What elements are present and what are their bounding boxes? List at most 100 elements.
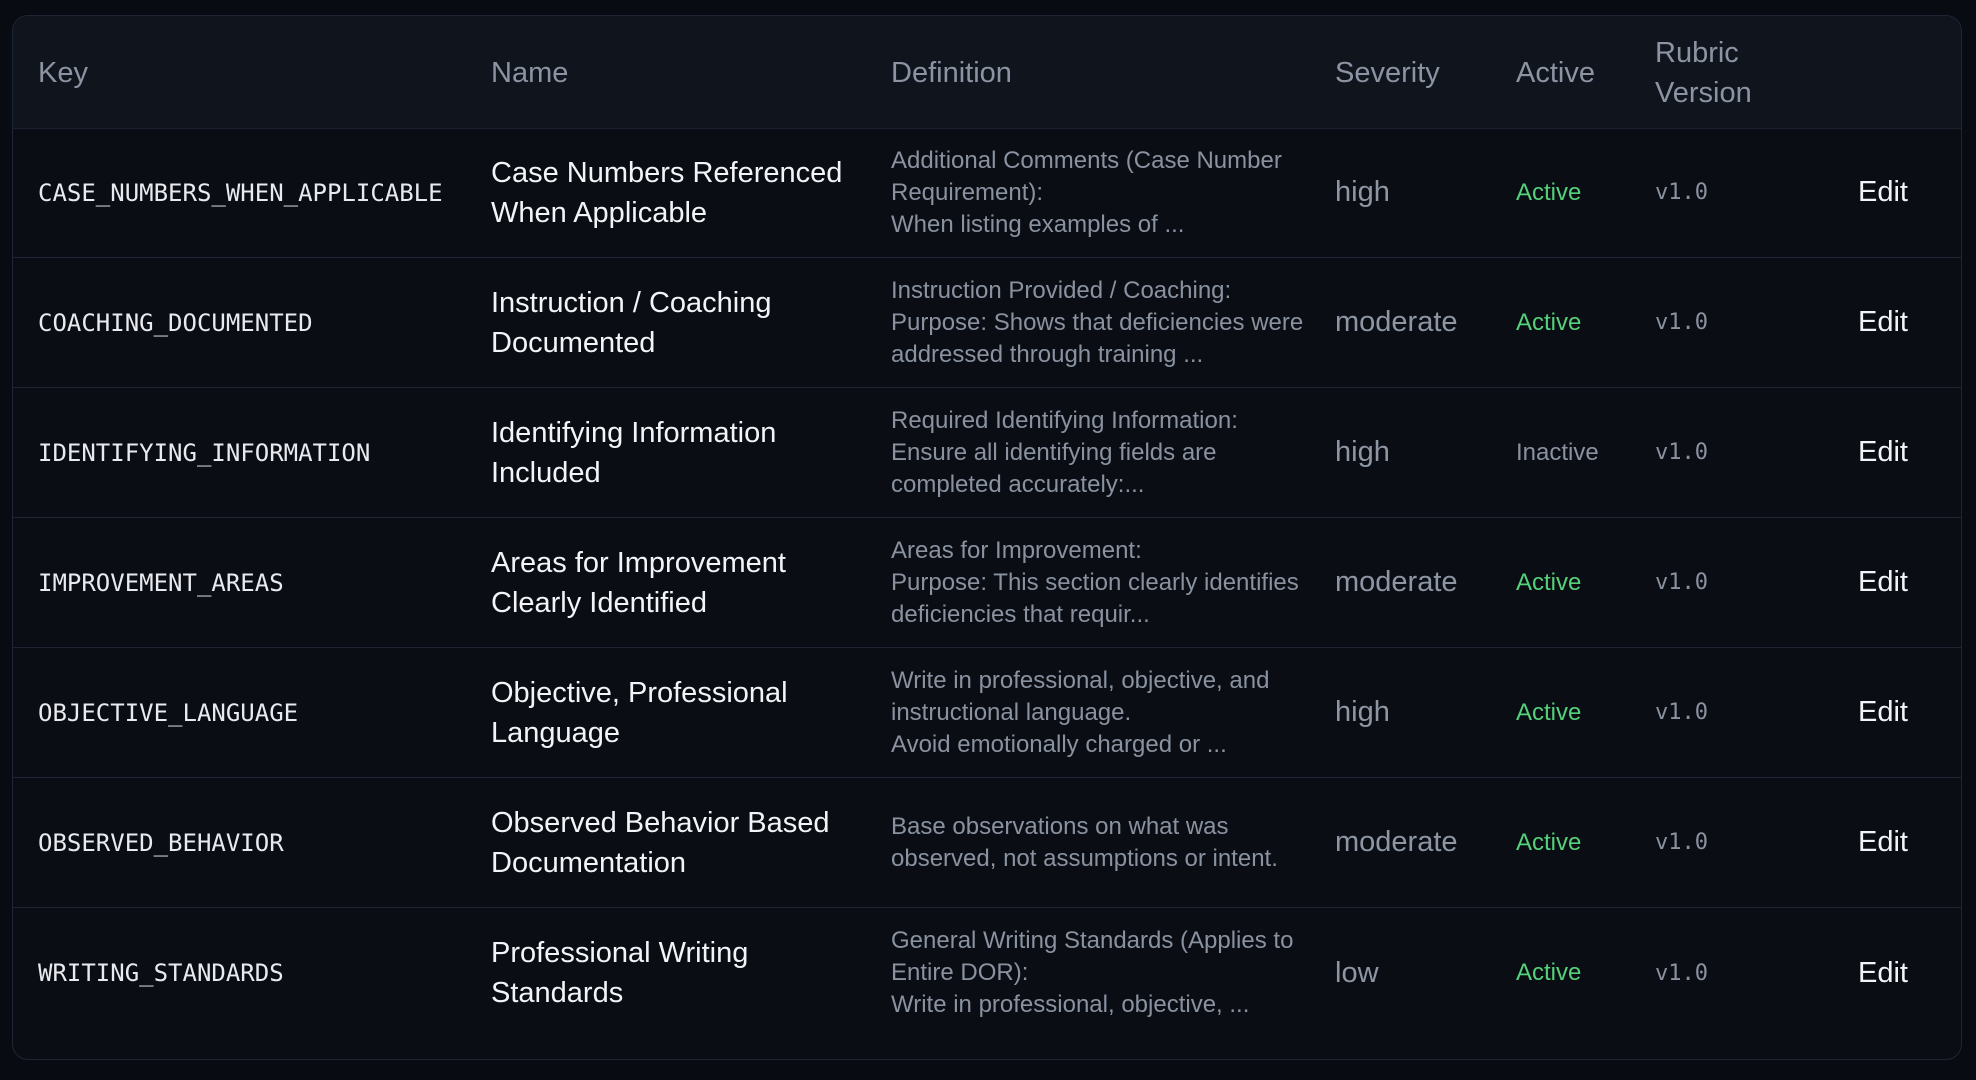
criterion-severity: moderate (1335, 518, 1505, 647)
criterion-key: CASE_NUMBERS_WHEN_APPLICABLE (38, 128, 468, 257)
rubric-version-text: v1.0 (1655, 310, 1708, 335)
criterion-key: IDENTIFYING_INFORMATION (38, 388, 468, 517)
table-row: WRITING_STANDARDS Professional Writing St… (13, 908, 1961, 1038)
table-row: OBSERVED_BEHAVIOR Observed Behavior Based… (13, 778, 1961, 908)
status-text: Active (1516, 178, 1582, 206)
edit-button-label: Edit (1858, 696, 1908, 728)
rubric-version-text: v1.0 (1655, 960, 1708, 986)
header-key[interactable]: Key (38, 53, 88, 93)
rubric-version-text: v1.0 (1655, 570, 1708, 595)
status-badge: Inactive (1516, 388, 1646, 517)
severity-text: moderate (1335, 826, 1458, 858)
edit-button[interactable]: Edit (1858, 648, 1948, 777)
edit-button-label: Edit (1858, 176, 1908, 208)
criterion-key-text: IDENTIFYING_INFORMATION (38, 438, 371, 467)
table-row: OBJECTIVE_LANGUAGE Objective, Professiona… (13, 648, 1961, 778)
status-text: Active (1516, 698, 1582, 726)
header-rubric-version[interactable]: Rubric Version (1655, 33, 1752, 113)
rubric-version: v1.0 (1655, 258, 1755, 387)
rubric-version: v1.0 (1655, 518, 1755, 647)
criterion-definition: Instruction Provided / Coaching: Purpose… (891, 258, 1311, 387)
status-text: Active (1516, 568, 1582, 596)
severity-text: moderate (1335, 306, 1458, 338)
status-badge: Active (1516, 648, 1646, 777)
edit-button[interactable]: Edit (1858, 908, 1948, 1038)
criterion-definition: General Writing Standards (Applies to En… (891, 908, 1311, 1038)
criterion-name: Case Numbers Referenced When Applicable (491, 128, 861, 257)
criterion-name-text: Objective, Professional Language (491, 676, 788, 749)
table-row: COACHING_DOCUMENTED Instruction / Coachin… (13, 258, 1961, 388)
criterion-severity: high (1335, 128, 1505, 257)
rubric-version: v1.0 (1655, 128, 1755, 257)
edit-button-label: Edit (1858, 436, 1908, 468)
criterion-definition-text: Required Identifying Information: Ensure… (891, 406, 1238, 498)
rubric-version: v1.0 (1655, 778, 1755, 907)
table-header: Key Name Definition Severity Active Rubr… (13, 16, 1961, 129)
status-text: Active (1516, 828, 1582, 856)
table-row: IMPROVEMENT_AREAS Areas for Improvement C… (13, 518, 1961, 648)
severity-text: high (1335, 436, 1390, 468)
status-badge: Active (1516, 778, 1646, 907)
criterion-name: Areas for Improvement Clearly Identified (491, 518, 861, 647)
edit-button[interactable]: Edit (1858, 388, 1948, 517)
criterion-definition-text: Areas for Improvement: Purpose: This sec… (891, 536, 1299, 628)
criterion-name: Instruction / Coaching Documented (491, 258, 861, 387)
criterion-key-text: CASE_NUMBERS_WHEN_APPLICABLE (38, 178, 443, 207)
criterion-name-text: Case Numbers Referenced When Applicable (491, 156, 843, 229)
criterion-severity: moderate (1335, 778, 1505, 907)
status-text: Inactive (1516, 438, 1599, 466)
edit-button[interactable]: Edit (1858, 128, 1948, 257)
status-text: Active (1516, 308, 1582, 336)
criterion-definition-text: Write in professional, objective, and in… (891, 666, 1270, 758)
criterion-severity: low (1335, 908, 1505, 1038)
edit-button[interactable]: Edit (1858, 258, 1948, 387)
edit-button-label: Edit (1858, 306, 1908, 338)
edit-button-label: Edit (1858, 826, 1908, 858)
criterion-definition-text: Instruction Provided / Coaching: Purpose… (891, 276, 1304, 368)
criterion-definition: Required Identifying Information: Ensure… (891, 388, 1311, 517)
status-badge: Active (1516, 258, 1646, 387)
severity-text: moderate (1335, 566, 1458, 598)
rubric-version: v1.0 (1655, 908, 1755, 1038)
criterion-definition-text: Additional Comments (Case Number Require… (891, 146, 1282, 238)
rubric-version-text: v1.0 (1655, 440, 1708, 465)
criterion-definition-text: Base observations on what was observed, … (891, 812, 1278, 872)
criterion-name: Professional Writing Standards (491, 908, 861, 1038)
severity-text: high (1335, 696, 1390, 728)
edit-button[interactable]: Edit (1858, 518, 1948, 647)
criterion-key: IMPROVEMENT_AREAS (38, 518, 468, 647)
criterion-severity: moderate (1335, 258, 1505, 387)
status-text: Active (1516, 959, 1582, 986)
severity-text: low (1335, 956, 1379, 989)
criterion-severity: high (1335, 388, 1505, 517)
table-row: IDENTIFYING_INFORMATION Identifying Infor… (13, 388, 1961, 518)
header-definition[interactable]: Definition (891, 53, 1012, 93)
rubric-version-text: v1.0 (1655, 700, 1708, 725)
criterion-name: Observed Behavior Based Documentation (491, 778, 861, 907)
status-badge: Active (1516, 518, 1646, 647)
header-name[interactable]: Name (491, 53, 568, 93)
status-badge: Active (1516, 908, 1646, 1038)
header-severity[interactable]: Severity (1335, 53, 1440, 93)
criterion-name-text: Identifying Information Included (491, 416, 777, 489)
criterion-name-text: Areas for Improvement Clearly Identified (491, 546, 786, 619)
table-row: CASE_NUMBERS_WHEN_APPLICABLE Case Numbers… (13, 128, 1961, 258)
criterion-key-text: IMPROVEMENT_AREAS (38, 568, 284, 597)
criterion-key: COACHING_DOCUMENTED (38, 258, 468, 387)
criterion-name: Objective, Professional Language (491, 648, 861, 777)
criterion-name-text: Observed Behavior Based Documentation (491, 806, 830, 879)
rubric-version-text: v1.0 (1655, 180, 1708, 205)
criterion-severity: high (1335, 648, 1505, 777)
criterion-key: OBSERVED_BEHAVIOR (38, 778, 468, 907)
severity-text: high (1335, 176, 1390, 208)
criterion-definition: Additional Comments (Case Number Require… (891, 128, 1311, 257)
criterion-key-text: OBJECTIVE_LANGUAGE (38, 698, 299, 727)
criterion-definition: Base observations on what was observed, … (891, 778, 1311, 907)
status-badge: Active (1516, 128, 1646, 257)
criterion-definition: Areas for Improvement: Purpose: This sec… (891, 518, 1311, 647)
criterion-name-text: Professional Writing Standards (491, 937, 749, 1009)
criterion-definition-text: General Writing Standards (Applies to En… (891, 927, 1294, 1018)
edit-button[interactable]: Edit (1858, 778, 1948, 907)
header-active[interactable]: Active (1516, 53, 1595, 93)
rubric-version: v1.0 (1655, 388, 1755, 517)
